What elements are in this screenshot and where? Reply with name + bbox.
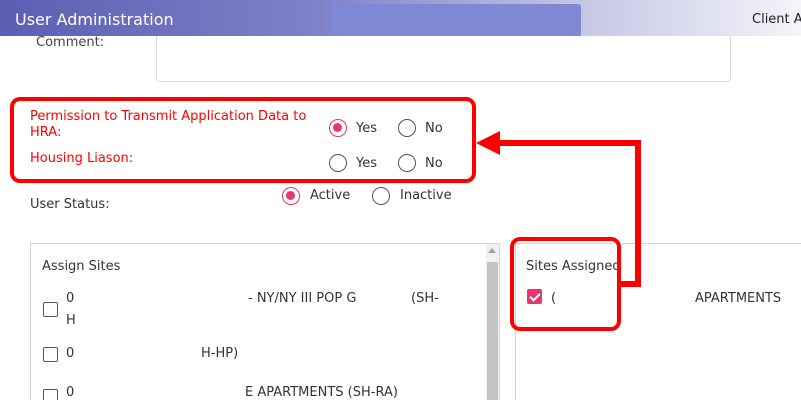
assign-site-code: 0 <box>66 385 75 400</box>
status-inactive-label: Inactive <box>400 188 452 203</box>
assign-site-checkbox[interactable] <box>43 347 58 362</box>
status-active-radio[interactable] <box>282 187 300 205</box>
page-title: User Administration <box>15 10 174 29</box>
status-active-label: Active <box>310 188 351 203</box>
comment-label: Comment: <box>36 35 105 50</box>
comment-textarea[interactable] <box>156 36 731 82</box>
assigned-site-name: APARTMENTS <box>695 291 782 306</box>
annotation-highlight-sites-assigned <box>510 237 621 331</box>
assign-site-name: - NY/NY III POP G <box>248 291 357 306</box>
scroll-up-icon[interactable] <box>488 248 496 253</box>
client-link[interactable]: Client A <box>752 12 801 27</box>
assign-sites-title: Assign Sites <box>42 259 121 274</box>
scrollbar-thumb[interactable] <box>487 262 498 400</box>
assign-site-type: (SH- <box>411 291 439 306</box>
assign-site-code: 0 <box>66 346 75 361</box>
assign-site-checkbox[interactable] <box>43 302 58 317</box>
app-header: User Administration Client A <box>0 0 801 37</box>
assign-site-name: H-HP) <box>201 346 239 361</box>
user-status-label: User Status: <box>30 197 110 212</box>
annotation-highlight-permissions <box>10 97 476 183</box>
assign-site-wrap: H <box>66 313 76 328</box>
header-tab[interactable] <box>330 4 581 37</box>
assign-site-name: E APARTMENTS (SH-RA) <box>245 385 398 400</box>
status-inactive-radio[interactable] <box>372 187 390 205</box>
assign-site-checkbox[interactable] <box>43 389 58 400</box>
assign-site-code: 0 <box>66 291 75 306</box>
